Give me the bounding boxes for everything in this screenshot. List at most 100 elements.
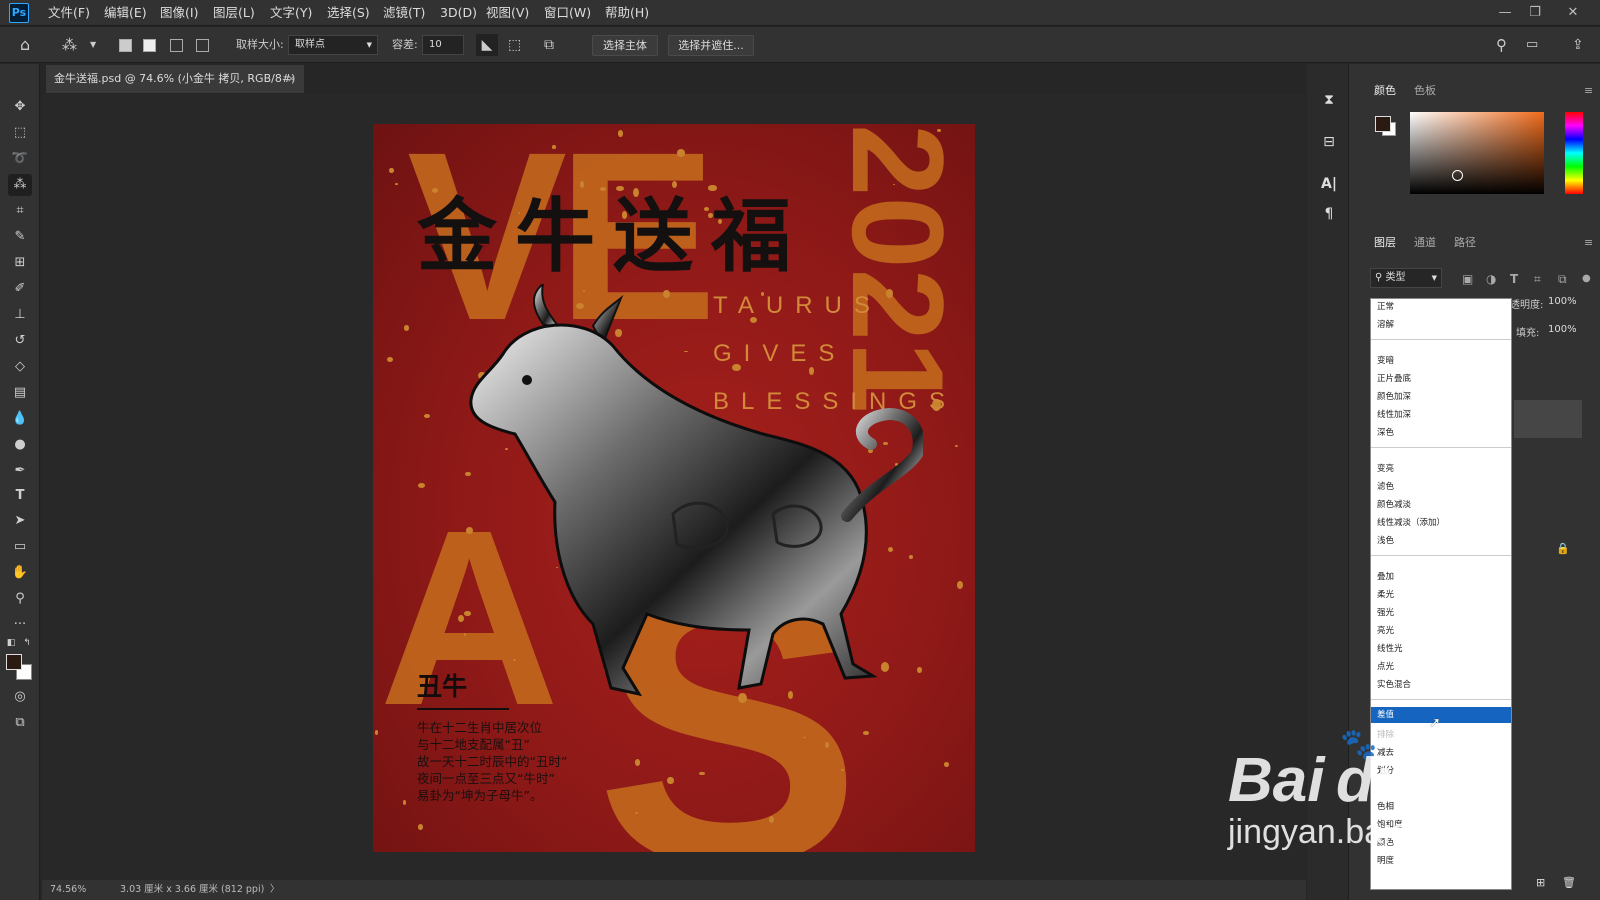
magic-wand-tool-icon[interactable]: ⁂ (8, 174, 32, 196)
blend-option[interactable]: 点光 (1377, 659, 1394, 675)
color-picker-field[interactable] (1410, 112, 1544, 194)
color-picker-cursor[interactable] (1452, 170, 1463, 181)
healing-brush-tool-icon[interactable]: ⊞ (8, 252, 32, 274)
filter-shape-icon[interactable]: ⌗ (1534, 268, 1541, 290)
blend-option[interactable]: 线性光 (1377, 641, 1403, 657)
panel-menu-icon[interactable]: ≡ (1584, 80, 1593, 102)
blend-option[interactable]: 叠加 (1377, 569, 1394, 585)
blend-option[interactable]: 浅色 (1377, 533, 1394, 549)
blend-option[interactable]: 颜色减淡 (1377, 497, 1411, 513)
filter-smart-object-icon[interactable]: ⧉ (1558, 268, 1567, 290)
move-tool-icon[interactable]: ✥ (8, 96, 32, 118)
restore-icon[interactable]: ❐ (1522, 0, 1548, 26)
pen-tool-icon[interactable]: ✒ (8, 460, 32, 482)
layers-panel-menu-icon[interactable]: ≡ (1584, 232, 1593, 254)
blend-option[interactable]: 滤色 (1377, 479, 1394, 495)
crop-tool-icon[interactable]: ⌗ (8, 200, 32, 222)
zoom-level[interactable]: 74.56% (50, 880, 86, 900)
menu-type[interactable]: 文字(Y) (270, 0, 312, 26)
quick-mask-icon[interactable]: ◎ (8, 686, 32, 708)
home-icon[interactable]: ⌂ (20, 34, 30, 56)
anti-alias-icon[interactable]: ◣ (476, 34, 498, 56)
character-panel-icon[interactable]: A| (1319, 174, 1339, 194)
tab-paths[interactable]: 路径 (1454, 232, 1476, 254)
close-icon[interactable]: × (287, 65, 296, 93)
hue-slider[interactable] (1565, 112, 1583, 194)
path-selection-tool-icon[interactable]: ➤ (8, 510, 32, 532)
eraser-tool-icon[interactable]: ◇ (8, 356, 32, 378)
menu-filter[interactable]: 滤镜(T) (383, 0, 425, 26)
blend-option[interactable]: 变亮 (1377, 461, 1394, 477)
zoom-tool-icon[interactable]: ⚲ (8, 588, 32, 610)
search-icon[interactable]: ⚲ (1496, 34, 1507, 56)
filter-toggle-icon[interactable]: ● (1582, 268, 1591, 290)
subtract-selection-icon[interactable] (170, 39, 183, 52)
type-tool-icon[interactable]: T (8, 485, 32, 507)
brush-tool-icon[interactable]: ✐ (8, 278, 32, 300)
blend-option[interactable]: 排除 (1377, 727, 1394, 743)
paragraph-panel-icon[interactable]: ¶ (1319, 204, 1339, 224)
add-selection-icon[interactable] (143, 39, 156, 52)
menu-3d[interactable]: 3D(D) (440, 0, 477, 26)
color-fg-swatch[interactable] (1375, 116, 1391, 132)
properties-panel-icon[interactable]: ⊟ (1319, 132, 1339, 152)
blend-option[interactable]: 正片叠底 (1377, 371, 1411, 387)
layer-filter-select[interactable]: ⚲ 类型 ▼ (1370, 268, 1442, 288)
stamp-tool-icon[interactable]: ⊥ (8, 304, 32, 326)
intersect-selection-icon[interactable] (196, 39, 209, 52)
opacity-value[interactable]: 100% (1548, 296, 1577, 307)
new-selection-icon[interactable] (119, 39, 132, 52)
filter-pixel-icon[interactable]: ▣ (1462, 268, 1473, 290)
tab-swatches[interactable]: 色板 (1414, 80, 1436, 102)
menu-window[interactable]: 窗口(W) (544, 0, 591, 26)
history-brush-tool-icon[interactable]: ↺ (8, 330, 32, 352)
blend-option[interactable]: 亮光 (1377, 623, 1394, 639)
chevron-down-icon[interactable]: ▼ (90, 34, 96, 56)
history-panel-icon[interactable]: ⧗ (1319, 90, 1339, 110)
screen-mode-icon[interactable]: ⧉ (8, 712, 32, 734)
swap-colors-icon[interactable]: ↰ (20, 632, 34, 654)
document-tab[interactable]: 金牛送福.psd @ 74.6% (小金牛 拷贝, RGB/8#) * × (46, 65, 304, 113)
select-subject-button[interactable]: 选择主体 (592, 35, 658, 56)
tab-layers[interactable]: 图层 (1374, 232, 1396, 254)
menu-image[interactable]: 图像(I) (160, 0, 198, 26)
blur-tool-icon[interactable]: 💧 (8, 408, 32, 430)
menu-file[interactable]: 文件(F) (48, 0, 90, 26)
filter-adjustment-icon[interactable]: ◑ (1486, 268, 1496, 290)
rectangle-tool-icon[interactable]: ▭ (8, 536, 32, 558)
blend-option[interactable]: 变暗 (1377, 353, 1394, 369)
contiguous-icon[interactable]: ⬚ (508, 34, 521, 56)
workspace-icon[interactable]: ▭ (1526, 34, 1538, 56)
blend-option[interactable]: 强光 (1377, 605, 1394, 621)
close-window-icon[interactable]: ✕ (1560, 0, 1586, 26)
fill-value[interactable]: 100% (1548, 324, 1577, 335)
dodge-tool-icon[interactable]: ● (8, 434, 32, 456)
blend-option[interactable]: 柔光 (1377, 587, 1394, 603)
marquee-tool-icon[interactable]: ⬚ (8, 122, 32, 144)
blend-option[interactable]: 溶解 (1377, 317, 1394, 333)
blend-option-selected[interactable]: 差值 (1371, 707, 1511, 723)
blend-option[interactable]: 实色混合 (1377, 677, 1411, 693)
magic-wand-preset-icon[interactable]: ⁂ (62, 34, 77, 56)
share-icon[interactable]: ⇪ (1572, 34, 1584, 56)
tab-color[interactable]: 颜色 (1374, 80, 1396, 102)
menu-layer[interactable]: 图层(L) (213, 0, 255, 26)
hand-tool-icon[interactable]: ✋ (8, 562, 32, 584)
minimize-icon[interactable]: — (1492, 0, 1518, 26)
select-and-mask-button[interactable]: 选择并遮住... (668, 35, 754, 56)
blend-option[interactable]: 深色 (1377, 425, 1394, 441)
menu-select[interactable]: 选择(S) (327, 0, 370, 26)
gradient-tool-icon[interactable]: ▤ (8, 382, 32, 404)
foreground-color-swatch[interactable] (6, 654, 22, 670)
sample-size-select[interactable]: 取样点 ▼ (288, 35, 378, 55)
default-colors-icon[interactable]: ◧ (4, 632, 18, 654)
blend-option[interactable]: 线性减淡（添加） (1377, 515, 1445, 531)
menu-view[interactable]: 视图(V) (486, 0, 529, 26)
eyedropper-tool-icon[interactable]: ✎ (8, 226, 32, 248)
new-layer-icon[interactable]: ⊞ (1536, 876, 1545, 889)
delete-layer-icon[interactable]: 🗑 (1562, 876, 1576, 889)
document-canvas[interactable]: VE A S 2021 金牛送福 TAURUS GIVES BLESSINGS … (373, 124, 975, 852)
blend-option[interactable]: 正常 (1377, 299, 1394, 315)
status-arrow-icon[interactable]: 〉 (270, 880, 280, 900)
layer-row-selected[interactable] (1514, 400, 1582, 438)
